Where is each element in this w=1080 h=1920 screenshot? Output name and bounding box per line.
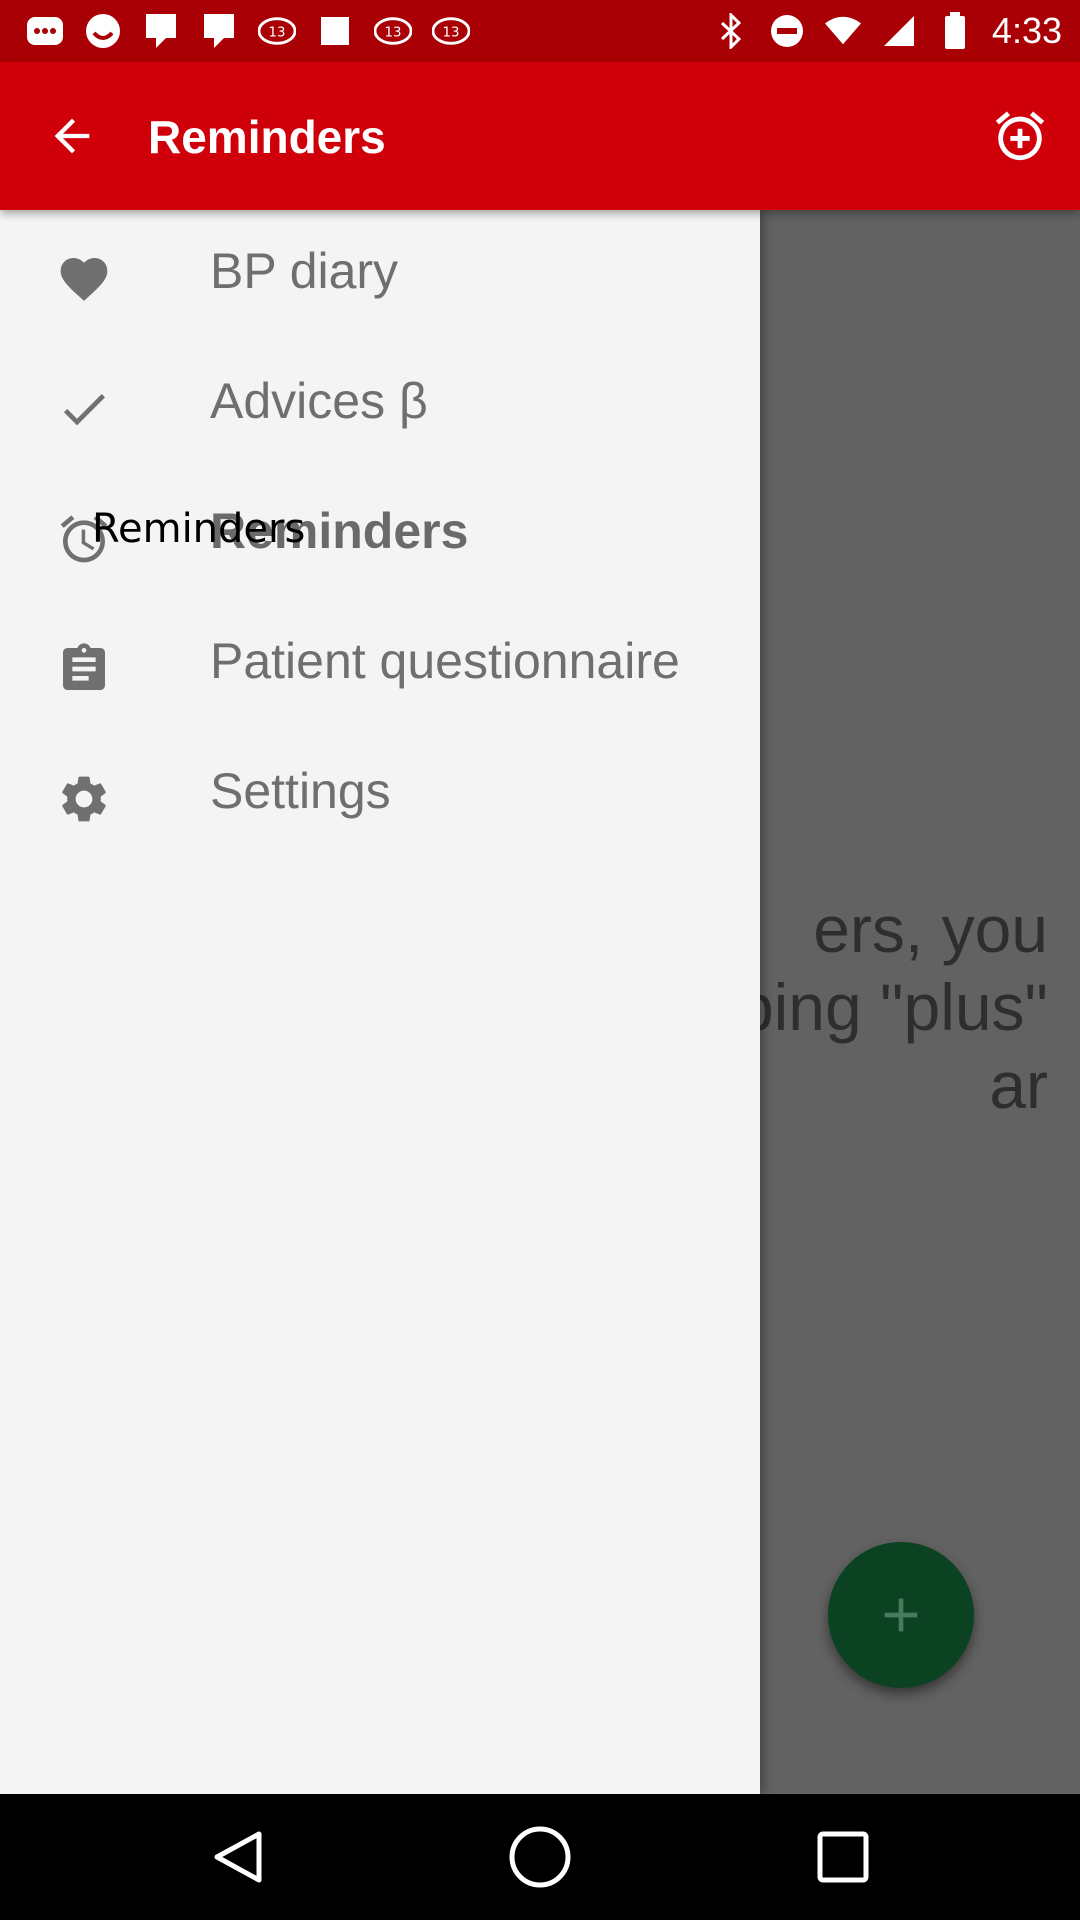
wifi-icon — [824, 12, 862, 50]
fb-icon — [142, 12, 180, 50]
messaging-icon — [26, 12, 64, 50]
drawer-item-label: Settings — [210, 763, 391, 819]
plus-icon — [884, 1598, 918, 1632]
clipboard-icon — [56, 641, 112, 697]
abc13-icon: 13 — [374, 12, 412, 50]
page-title: Reminders — [148, 111, 386, 163]
drawer-item-advices[interactable]: Advices β — [0, 340, 760, 470]
nav-recents-button[interactable] — [808, 1822, 878, 1892]
notification-icons: 13 13 13 — [26, 10, 470, 52]
drawer-item-label: Patient questionnaire — [210, 633, 680, 689]
battery-icon — [936, 12, 974, 50]
back-triangle-icon — [214, 1831, 262, 1883]
drawer-item-bp-diary[interactable]: BP diary — [0, 210, 760, 340]
status-bar: 13 13 13 4:33 — [0, 0, 1080, 62]
system-icons: 4:33 — [712, 8, 1062, 54]
drawer-item-label: Advices β — [210, 373, 428, 429]
arrow-back-icon — [54, 118, 90, 154]
bluetooth-icon — [712, 12, 750, 50]
svg-text:13: 13 — [269, 26, 286, 41]
system-navigation-bar — [0, 1794, 1080, 1920]
signal-icon — [880, 12, 918, 50]
add-fab-button[interactable] — [828, 1542, 974, 1688]
message-icon — [316, 12, 354, 50]
back-button[interactable] — [38, 102, 106, 170]
check-icon — [56, 381, 112, 437]
drawer-item-patient-questionnaire[interactable]: Patient questionnaire — [0, 600, 760, 730]
svg-text:13: 13 — [443, 26, 460, 41]
abc13-icon: 13 — [258, 12, 296, 50]
drawer-item-label: BP diary — [210, 243, 399, 299]
recents-square-icon — [817, 1831, 869, 1883]
reminders-tooltip: Reminders — [92, 506, 306, 552]
gear-icon — [56, 771, 112, 827]
nav-home-button[interactable] — [505, 1822, 575, 1892]
fb-icon — [200, 12, 238, 50]
face-icon — [84, 12, 122, 50]
clock-time: 4:33 — [991, 10, 1062, 51]
alarm-add-icon — [995, 111, 1045, 161]
app-bar: Reminders — [0, 62, 1080, 210]
add-reminder-button[interactable] — [986, 102, 1054, 170]
nav-back-button[interactable] — [203, 1822, 273, 1892]
dnd-icon — [768, 12, 806, 50]
heart-icon — [56, 251, 112, 307]
home-circle-icon — [509, 1826, 571, 1888]
drawer-item-settings[interactable]: Settings — [0, 730, 760, 860]
navigation-drawer: BP diary Advices β Reminders Patient que… — [0, 210, 760, 1794]
abc13-icon: 13 — [432, 12, 470, 50]
svg-text:13: 13 — [385, 26, 402, 41]
